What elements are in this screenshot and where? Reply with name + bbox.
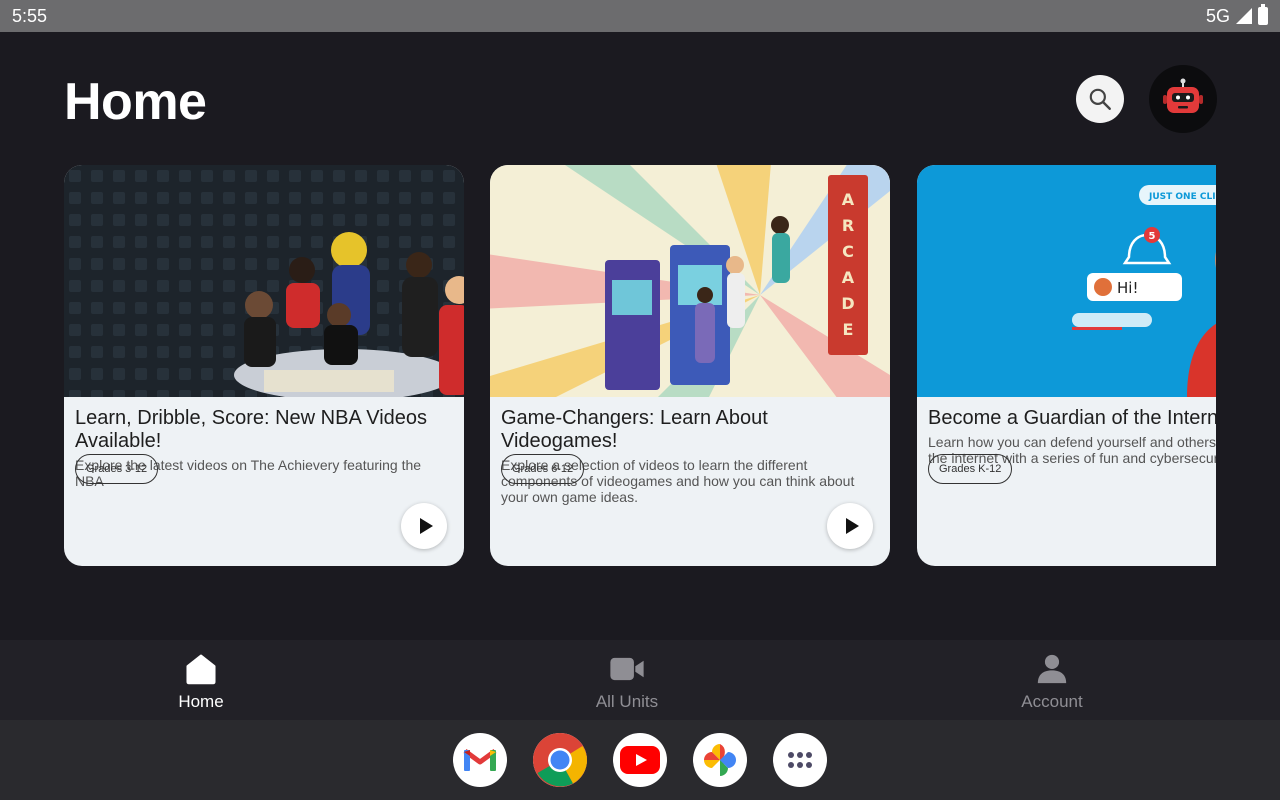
- svg-text:C: C: [842, 242, 854, 261]
- search-button[interactable]: [1076, 75, 1124, 123]
- avatar-button[interactable]: [1149, 65, 1217, 133]
- svg-text:A: A: [842, 190, 855, 209]
- status-bar: 5:55 5G: [0, 0, 1280, 32]
- app-dock: [0, 720, 1280, 800]
- dock-app-youtube[interactable]: [613, 733, 667, 787]
- featured-card[interactable]: A R C A D E Game-Changers: Learn About V…: [490, 165, 890, 566]
- network-type: 5G: [1205, 5, 1230, 26]
- nav-label: Account: [1021, 692, 1083, 711]
- card-image: JUST ONE CLICK 5 Hi!: [917, 165, 1216, 397]
- nav-label: Home: [178, 692, 224, 711]
- play-icon: [419, 518, 433, 534]
- status-time: 5:55: [12, 5, 48, 26]
- card-title: Become a Guardian of the Interne: [928, 407, 1216, 429]
- search-icon: [1089, 88, 1111, 110]
- grade-chip: Grades 6-12: [501, 454, 585, 484]
- svg-text:R: R: [842, 216, 854, 235]
- card-image-bubble-text: Hi!: [1117, 279, 1138, 297]
- dock-app-drawer[interactable]: [773, 733, 827, 787]
- svg-text:D: D: [841, 294, 854, 313]
- youtube-icon: [620, 746, 660, 774]
- card-image: A R C A D E: [490, 165, 890, 397]
- page-title: Home: [64, 73, 207, 131]
- card-title: Game-Changers: Learn About Videogames!: [501, 407, 768, 452]
- play-button[interactable]: [827, 503, 873, 549]
- card-title: Learn, Dribble, Score: New NBA Videos Av…: [75, 407, 428, 452]
- battery-icon: [1258, 4, 1268, 25]
- gmail-icon: [463, 748, 497, 771]
- featured-carousel[interactable]: Learn, Dribble, Score: New NBA Videos Av…: [64, 165, 1216, 566]
- video-camera-icon: [610, 657, 644, 681]
- robot-avatar-icon: [1163, 78, 1203, 113]
- photos-icon: [704, 744, 736, 776]
- nav-item-all-units[interactable]: All Units: [547, 652, 707, 712]
- status-indicators: 5G: [1205, 4, 1268, 27]
- nav-item-account[interactable]: Account: [972, 652, 1132, 712]
- grade-chip: Grades K-12: [928, 454, 1013, 484]
- card-image-badge-text: 5: [1149, 231, 1156, 242]
- svg-text:A: A: [842, 268, 855, 287]
- featured-card[interactable]: JUST ONE CLICK 5 Hi! Become a Guardian o…: [917, 165, 1216, 566]
- bottom-navigation: Home All Units Account: [0, 640, 1280, 720]
- play-icon: [845, 518, 859, 534]
- featured-card[interactable]: Learn, Dribble, Score: New NBA Videos Av…: [64, 165, 464, 566]
- home-icon: [186, 654, 216, 685]
- nav-label: All Units: [595, 692, 659, 711]
- nav-item-home[interactable]: Home: [121, 652, 281, 712]
- person-icon: [1037, 654, 1067, 684]
- signal-icon: [1236, 8, 1252, 24]
- svg-text:E: E: [843, 320, 854, 339]
- dock-app-chrome[interactable]: [533, 733, 587, 787]
- card-image: [64, 165, 464, 397]
- chrome-icon: [533, 733, 587, 787]
- card-image-banner-text: JUST ONE CLICK: [1148, 192, 1216, 202]
- app-drawer-icon: [788, 752, 812, 768]
- play-button[interactable]: [401, 503, 447, 549]
- dock-app-photos[interactable]: [693, 733, 747, 787]
- dock-app-gmail[interactable]: [453, 733, 507, 787]
- grade-chip: Grades 3-12: [75, 454, 159, 484]
